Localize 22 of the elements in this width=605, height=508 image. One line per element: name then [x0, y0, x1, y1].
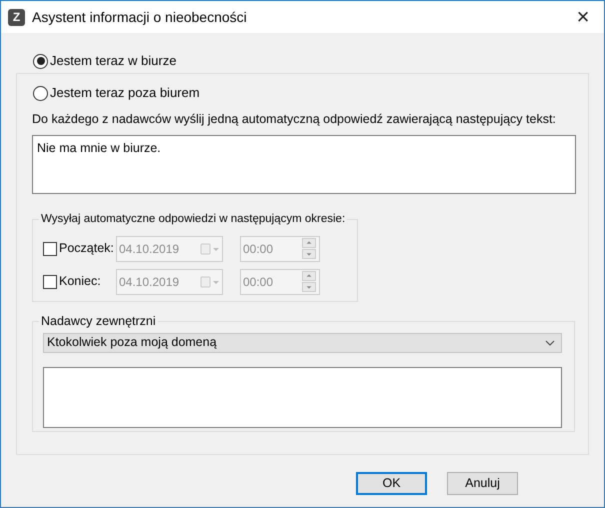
app-icon: Z [8, 8, 25, 26]
period-title: Wysyłaj automatyczne odpowiedzi w następującym okresie: [40, 212, 346, 227]
reply-instruction: Do każdego z nadawców wyślij jedną automatyczną odpowiedź zawierającą następujący tekst: [32, 111, 557, 128]
checkbox[interactable] [43, 242, 57, 256]
checkbox[interactable] [43, 274, 57, 288]
external-reply-field[interactable] [43, 366, 562, 428]
chevron-down-icon [545, 340, 555, 346]
dialog-button[interactable]: Anuluj [447, 472, 518, 495]
spin-buttons[interactable] [302, 271, 316, 292]
radio-button[interactable] [33, 54, 48, 68]
reply-text-field[interactable]: Nie ma mnie w biurze. [32, 134, 576, 194]
close-button[interactable]: × [569, 3, 597, 31]
external-senders-title: Nadawcy zewnętrzni [40, 312, 157, 330]
dialog-button[interactable]: OK [356, 472, 427, 495]
window-title: Asystent informacji o nieobecności [32, 8, 247, 27]
spin-buttons[interactable] [302, 238, 316, 259]
checkbox-label: Początek: [59, 240, 115, 258]
radio-label: Jestem teraz w biurze [50, 52, 176, 70]
audience-dropdown[interactable]: Ktokolwiek poza moją domeną [43, 332, 562, 352]
radio-button[interactable] [33, 86, 48, 100]
checkbox-label: Koniec: [59, 273, 102, 290]
radio-label: Jestem teraz poza biurem [50, 84, 200, 102]
